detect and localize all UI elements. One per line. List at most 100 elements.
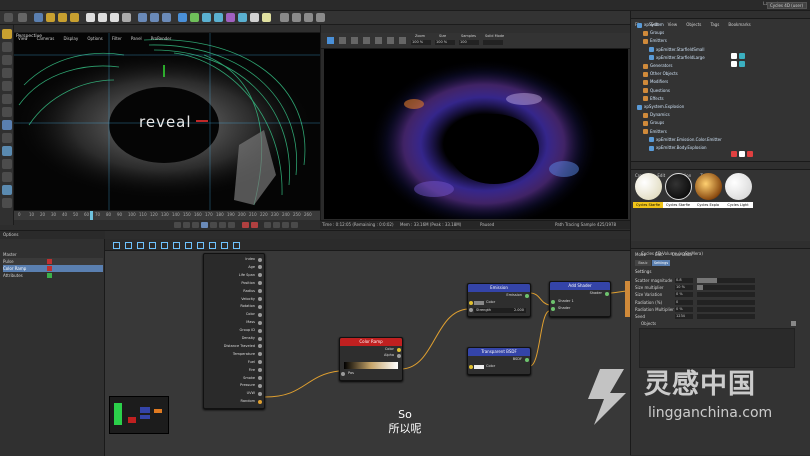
workplane-icon[interactable] (2, 68, 12, 78)
material-swatch[interactable] (725, 173, 752, 200)
attribute-slider[interactable] (697, 299, 755, 305)
xp-system-icon[interactable] (280, 13, 289, 22)
particle-output-port[interactable] (258, 360, 262, 365)
pool-item[interactable]: Color Ramp (3, 265, 103, 272)
prev-key-icon[interactable] (183, 222, 190, 228)
object-row[interactable]: Questions (643, 87, 670, 95)
particle-output-port[interactable] (258, 304, 262, 309)
align-icon[interactable] (221, 242, 228, 249)
attribute-slider[interactable] (697, 314, 755, 319)
reset-icon[interactable] (399, 37, 406, 44)
move-icon[interactable] (46, 13, 55, 22)
particle-output-port[interactable] (258, 265, 262, 270)
strength-field[interactable]: Strength 2.000 (474, 308, 526, 313)
samples-field[interactable]: 100 (459, 40, 479, 45)
particle-output-port[interactable] (258, 383, 262, 388)
prev-frame-icon[interactable] (192, 222, 199, 228)
array-icon[interactable] (214, 13, 223, 22)
material-tag-icon[interactable] (731, 53, 737, 59)
particle-output-port[interactable] (258, 344, 262, 349)
pan-icon[interactable] (125, 242, 132, 249)
next-frame-icon[interactable] (210, 222, 217, 228)
scale-icon[interactable] (58, 13, 67, 22)
attribute-value-field[interactable]: 0 % (675, 306, 693, 312)
tweak-icon[interactable] (2, 133, 12, 143)
lock-icon[interactable] (2, 159, 12, 169)
tab-basic[interactable]: Basic (635, 260, 651, 266)
rotation-key-icon[interactable] (291, 222, 298, 228)
port-out-color[interactable] (397, 348, 401, 352)
keyframe-selection-icon[interactable] (264, 222, 271, 228)
ungroup-icon[interactable] (209, 242, 216, 249)
goto-end-icon[interactable] (228, 222, 235, 228)
delete-node-icon[interactable] (185, 242, 192, 249)
object-row[interactable]: Emitters (643, 37, 667, 45)
port-in-pos[interactable] (341, 372, 345, 376)
object-row[interactable]: Effects (643, 95, 664, 103)
port-out-shader[interactable] (605, 292, 609, 296)
port-in-shader1[interactable] (551, 300, 555, 304)
render-tag-icon[interactable] (739, 61, 745, 67)
points-mode-icon[interactable] (2, 81, 12, 91)
particle-output-port[interactable] (258, 297, 262, 301)
x-axis-icon[interactable] (86, 13, 95, 22)
xp-particle-data-node[interactable]: Index Age Life Span Position Radius Velocity R… (203, 253, 265, 409)
coordinate-icon[interactable] (122, 13, 131, 22)
xp-modifier-icon[interactable] (304, 13, 313, 22)
nurbs-icon[interactable] (202, 13, 211, 22)
play-icon[interactable] (201, 222, 208, 228)
save-image-icon[interactable] (363, 37, 370, 44)
vp-menu-display[interactable]: Display (63, 35, 78, 43)
color-ramp-gradient[interactable] (344, 362, 398, 369)
particle-output-port[interactable] (258, 312, 262, 317)
particle-output-port[interactable] (258, 391, 262, 396)
redo-icon[interactable] (18, 13, 27, 22)
goto-start-icon[interactable] (174, 222, 181, 228)
output-node-edge[interactable] (625, 281, 630, 317)
render-start-icon[interactable] (327, 37, 334, 44)
color-ramp-node[interactable]: Color Ramp Color Alpha Pos (339, 337, 403, 381)
object-row[interactable]: Other Objects (643, 70, 678, 78)
objects-list[interactable] (639, 328, 795, 368)
particle-output-port[interactable] (258, 320, 262, 325)
object-row[interactable]: Groups (643, 29, 664, 37)
object-row[interactable]: Emitters (643, 128, 667, 136)
particle-output-port[interactable] (258, 328, 262, 333)
attribute-slider[interactable] (697, 292, 755, 298)
material-swatch[interactable] (635, 173, 662, 200)
spline-icon[interactable] (190, 13, 199, 22)
solid-mode-field[interactable] (483, 40, 503, 45)
deformer-icon[interactable] (226, 13, 235, 22)
perspective-viewport[interactable]: View Cameras Display Options Filter Pane… (14, 25, 320, 210)
xp-generator-icon[interactable] (316, 13, 325, 22)
particle-output-port[interactable] (258, 257, 262, 262)
zoom-field[interactable]: 100 % (411, 40, 431, 45)
port-in-strength[interactable] (469, 308, 473, 312)
render-picture-icon[interactable] (150, 13, 159, 22)
position-key-icon[interactable] (273, 222, 280, 228)
object-row[interactable]: xpEmitter.StarfieldLarge (649, 54, 705, 62)
rotate-icon[interactable] (70, 13, 79, 22)
attribute-value-field[interactable]: 0 (675, 299, 693, 305)
render-settings-icon[interactable] (162, 13, 171, 22)
vp-menu-options[interactable]: Options (87, 35, 102, 43)
lock-region-icon[interactable] (375, 37, 382, 44)
camera-icon[interactable] (250, 13, 259, 22)
particle-output-port[interactable] (258, 273, 262, 278)
playhead[interactable] (90, 211, 93, 220)
autokey-icon[interactable] (251, 222, 258, 228)
xp-tag-icon[interactable] (747, 151, 753, 157)
transparent-color-swatch[interactable] (474, 365, 484, 369)
axis-mode-icon[interactable] (2, 120, 12, 130)
render-stop-icon[interactable] (339, 37, 346, 44)
add-shader-node[interactable]: Add Shader Shader Shader 1 Shader (549, 281, 611, 317)
region-icon[interactable] (351, 37, 358, 44)
zoom-region-icon[interactable] (113, 242, 120, 249)
attribute-slider[interactable] (697, 306, 755, 312)
next-key-icon[interactable] (219, 222, 226, 228)
object-row[interactable]: xpEmitter.Body.Explosion (649, 144, 707, 152)
attribute-value-field[interactable]: 1234 (675, 314, 693, 319)
scene-icon[interactable] (238, 13, 247, 22)
material-tag-icon[interactable] (731, 61, 737, 67)
om-menu-bookmarks[interactable]: Bookmarks (728, 21, 750, 29)
